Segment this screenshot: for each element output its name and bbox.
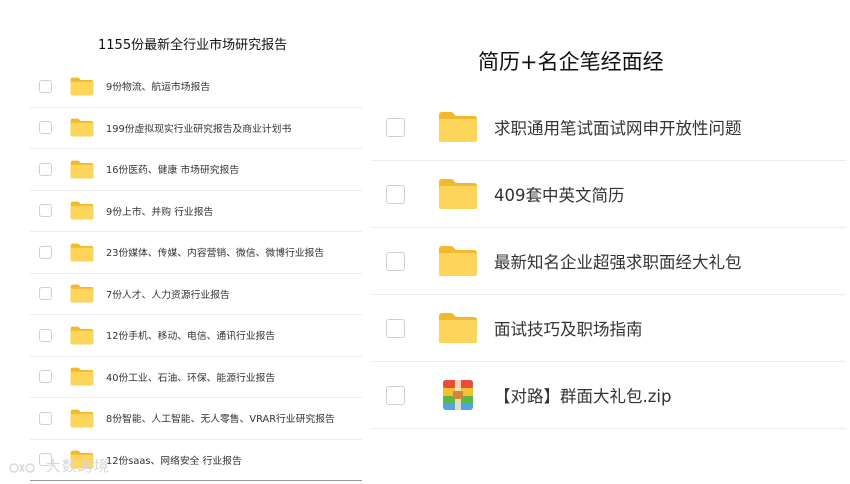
file-name: 面试技巧及职场指南 (494, 320, 643, 339)
file-name: 8份智能、人工智能、无人零售、VRAR行业研究报告 (106, 414, 335, 426)
file-checkbox[interactable] (386, 184, 405, 204)
file-row[interactable]: 199份虚拟现实行业研究报告及商业计划书 (30, 108, 362, 149)
file-row[interactable]: 求职通用笔试面试网申开放性问题 (372, 94, 846, 161)
file-row[interactable]: 9份上市、并购 行业报告 (30, 191, 362, 232)
file-row[interactable]: 12份手机、移动、电信、通讯行业报告 (30, 315, 362, 357)
file-row[interactable]: 【对路】群面大礼包.zip (372, 362, 846, 429)
left-panel-title: 1155份最新全行业市场研究报告 (98, 38, 288, 53)
file-row[interactable]: 23份媒体、传媒、内容营销、微信、微博行业报告 (30, 232, 362, 274)
file-checkbox[interactable] (39, 162, 52, 176)
file-name: 409套中英文简历 (494, 186, 625, 205)
file-checkbox[interactable] (39, 287, 52, 301)
folder-icon (438, 111, 478, 143)
file-row[interactable]: 面试技巧及职场指南 (372, 295, 846, 362)
file-checkbox[interactable] (39, 121, 52, 135)
folder-icon (438, 312, 478, 344)
right-panel-title: 简历+名企笔经面经 (478, 50, 664, 74)
file-row[interactable]: 最新知名企业超强求职面经大礼包 (372, 228, 846, 295)
file-name: 最新知名企业超强求职面经大礼包 (494, 253, 742, 272)
file-row[interactable]: 7份人才、人力资源行业报告 (30, 274, 362, 315)
file-checkbox[interactable] (39, 370, 52, 384)
file-name: 12份手机、移动、电信、通讯行业报告 (106, 331, 276, 343)
folder-icon (70, 201, 94, 220)
file-name: 23份媒体、传媒、内容营销、微信、微博行业报告 (106, 248, 325, 260)
file-checkbox[interactable] (386, 318, 405, 338)
folder-icon (70, 326, 94, 345)
file-name: 16份医药、健康 市场研究报告 (106, 165, 240, 177)
file-checkbox[interactable] (39, 245, 52, 259)
file-name: 40份工业、石油、环保、能源行业报告 (106, 372, 276, 384)
file-row[interactable]: 8份智能、人工智能、无人零售、VRAR行业研究报告 (30, 398, 362, 440)
file-checkbox[interactable] (386, 251, 405, 271)
folder-icon (438, 245, 478, 277)
file-row[interactable]: 409套中英文简历 (372, 161, 846, 228)
file-checkbox[interactable] (39, 411, 52, 425)
folder-icon (70, 243, 94, 262)
folder-icon (70, 160, 94, 179)
file-checkbox[interactable] (39, 204, 52, 218)
file-row[interactable]: 40份工业、石油、环保、能源行业报告 (30, 357, 362, 398)
left-file-list: 9份物流、航运市场报告 199份虚拟现实行业研究报告及商业计划书 16份医药、健康 … (30, 66, 362, 481)
folder-icon (70, 284, 94, 303)
file-name: 199份虚拟现实行业研究报告及商业计划书 (106, 123, 292, 135)
file-checkbox[interactable] (386, 117, 405, 137)
watermark-logo-icon (9, 462, 35, 473)
file-name: 9份上市、并购 行业报告 (106, 206, 214, 218)
folder-icon (70, 409, 94, 428)
folder-icon (70, 367, 94, 386)
file-name: 求职通用笔试面试网申开放性问题 (494, 119, 742, 138)
folder-icon (438, 178, 478, 210)
folder-icon (70, 77, 94, 96)
file-checkbox[interactable] (39, 328, 52, 342)
file-checkbox[interactable] (386, 385, 405, 405)
file-name: 12份saas、网络安全 行业报告 (106, 455, 242, 467)
right-file-list: 求职通用笔试面试网申开放性问题 409套中英文简历最新知名企业超强求职面经大礼包面… (372, 94, 846, 429)
file-checkbox[interactable] (39, 79, 52, 93)
file-name: 【对路】群面大礼包.zip (494, 387, 672, 406)
watermark: 大数跨境 (8, 455, 110, 476)
file-row[interactable]: 9份物流、航运市场报告 (30, 66, 362, 108)
file-row[interactable]: 16份医药、健康 市场研究报告 (30, 149, 362, 191)
file-name: 7份人才、人力资源行业报告 (106, 289, 230, 301)
folder-icon (70, 118, 94, 137)
zip-archive-icon (438, 379, 478, 411)
watermark-text: 大数跨境 (45, 457, 110, 475)
file-name: 9份物流、航运市场报告 (106, 82, 211, 94)
